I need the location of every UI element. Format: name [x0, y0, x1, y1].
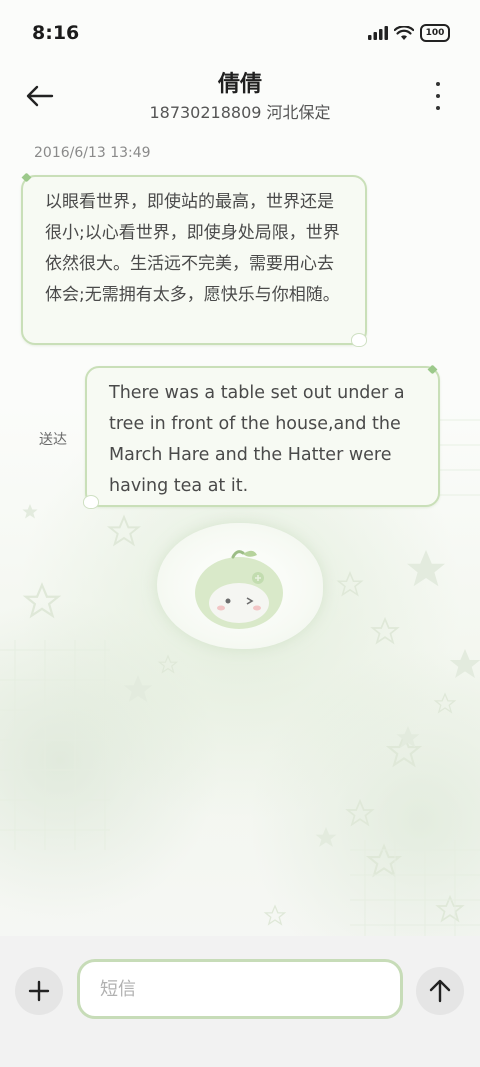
message-timestamp: 2016/6/13 13:49 — [34, 145, 151, 161]
battery-icon: 100 — [420, 24, 450, 42]
apple-mascot-icon — [195, 550, 283, 629]
more-options-button[interactable] — [432, 80, 444, 112]
signal-icon — [368, 26, 388, 40]
status-time: 8:16 — [32, 22, 80, 44]
status-icons: 100 — [368, 22, 450, 44]
more-vertical-icon — [436, 82, 440, 86]
mascot-decoration-icon — [83, 495, 99, 509]
conversation-header: 倩倩 18730218809 河北保定 — [0, 66, 480, 130]
mascot-decoration-icon — [351, 333, 367, 347]
add-attachment-button[interactable] — [15, 967, 63, 1015]
outgoing-message-bubble[interactable]: There was a table set out under a tree i… — [83, 364, 440, 509]
composer-bar — [0, 936, 480, 1067]
contact-details: 18730218809 河北保定 — [149, 103, 331, 122]
outgoing-message-text: There was a table set out under a tree i… — [109, 383, 405, 496]
arrow-up-icon — [429, 979, 451, 1003]
contact-name: 倩倩 — [217, 72, 262, 97]
message-input-field[interactable] — [77, 959, 403, 1019]
incoming-message-bubble[interactable]: 以眼看世界，即使站的最高，世界还是很小;以心看世界，即使身处局限，世界依然很大。… — [21, 172, 367, 347]
plus-icon — [28, 980, 50, 1002]
send-button[interactable] — [416, 967, 464, 1015]
incoming-message-text: 以眼看世界，即使站的最高，世界还是很小;以心看世界，即使身处局限，世界依然很大。… — [45, 192, 340, 305]
message-input[interactable] — [100, 962, 380, 1016]
status-bar: 8:16 100 — [0, 0, 480, 66]
delivery-status: 送达 — [39, 432, 67, 448]
mascot-badge — [157, 523, 323, 649]
wifi-icon — [394, 25, 414, 40]
